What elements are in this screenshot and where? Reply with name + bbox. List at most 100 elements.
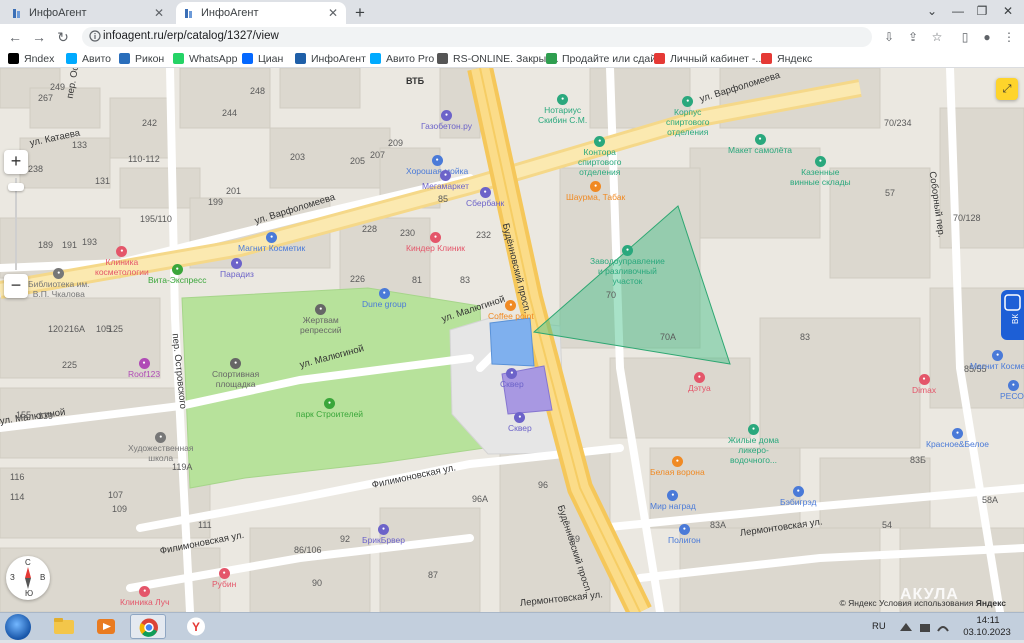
expand-map-icon[interactable]: ⤢: [996, 78, 1018, 100]
map-poi[interactable]: ● Мир наград: [650, 490, 696, 511]
map-poi[interactable]: ● Сквер: [500, 368, 524, 389]
bookmark-yandex-2[interactable]: Яндекс: [761, 51, 812, 66]
map-poi[interactable]: ● Рубин: [212, 568, 236, 589]
poi-label: Спортивная площадка: [212, 369, 260, 390]
tab-search-icon[interactable]: ⌄: [920, 0, 944, 22]
house-number: 109: [112, 504, 128, 514]
house-number: 83: [800, 332, 811, 342]
zoom-slider-handle[interactable]: [8, 183, 24, 191]
tab-close-icon[interactable]: ✕: [328, 6, 338, 20]
bookmark-cian[interactable]: Циан: [242, 51, 283, 66]
map-poi[interactable]: ● Контора спиртового отделения: [578, 136, 621, 177]
side-panel-icon[interactable]: ▯: [956, 28, 974, 46]
map-poi[interactable]: ● Dune group: [362, 288, 406, 309]
house-number: 191: [62, 240, 78, 250]
share-icon[interactable]: ⇪: [904, 28, 922, 46]
reload-icon[interactable]: ↻: [54, 28, 72, 46]
tab-close-icon[interactable]: ✕: [154, 6, 164, 20]
map-poi[interactable]: ● Dimax: [912, 374, 936, 395]
yandex-browser-icon[interactable]: Y: [178, 614, 214, 639]
map-poi[interactable]: ● Полигон: [668, 524, 701, 545]
map-poi[interactable]: ● Магнит Косметик: [238, 232, 305, 253]
map-poi[interactable]: ● Заводоуправление и разливочный участок: [590, 245, 665, 286]
address-bar[interactable]: infoagent.ru/erp/catalog/1327/view: [82, 27, 872, 47]
map-poi[interactable]: ● Сквер: [508, 412, 532, 433]
profile-icon[interactable]: ●: [978, 28, 996, 46]
map-poi[interactable]: ● Газобетон.ру: [421, 110, 472, 131]
bookmark-sell[interactable]: Продайте или сдай...: [546, 51, 665, 66]
bookmark-cabinet[interactable]: Личный кабинет -...: [654, 51, 764, 66]
monument-icon: ●: [315, 304, 327, 316]
map-poi[interactable]: ● Магнит Косме: [970, 350, 1024, 371]
map-poi[interactable]: ● Библиотека им. В.П. Чкалова: [28, 268, 90, 299]
map-poi[interactable]: ● Макет самолёта: [728, 134, 792, 155]
clock-date[interactable]: 03.10.2023: [962, 627, 1012, 638]
map-poi[interactable]: ● Дэтуа: [688, 372, 711, 393]
map-poi[interactable]: ● Парадиз: [220, 258, 254, 279]
bookmark-rs-online[interactable]: RS-ONLINE. Закрыт...: [437, 51, 559, 66]
house-number: 216А: [64, 324, 86, 334]
map-poi[interactable]: ● Клиника косметологии: [95, 246, 149, 277]
zoom-slider-track[interactable]: [15, 178, 17, 270]
poi-label: Dimax: [912, 385, 937, 396]
map-poi[interactable]: ● Мегамаркет: [422, 170, 469, 191]
back-icon[interactable]: ←: [6, 28, 24, 46]
minimize-icon[interactable]: —: [946, 0, 970, 22]
tab-1[interactable]: ИнфоАгент ✕: [4, 2, 172, 24]
map-poi[interactable]: ● парк Строителей: [296, 398, 363, 419]
bookmark-whatsapp[interactable]: WhatsApp: [173, 51, 237, 66]
map-poi[interactable]: ●РЕСО-: [1000, 380, 1024, 401]
school-icon: ●: [155, 432, 167, 444]
close-window-icon[interactable]: ✕: [996, 0, 1020, 22]
bookmark-avito-pro[interactable]: Авито Pro: [370, 51, 434, 66]
map-poi[interactable]: ● Спортивная площадка: [212, 358, 259, 389]
media-player-icon[interactable]: [88, 614, 124, 639]
map-poi[interactable]: ● Жертвам репрессий: [300, 304, 342, 335]
forward-icon[interactable]: →: [30, 28, 48, 46]
bookmark-label: Личный кабинет -...: [670, 52, 765, 65]
map-copyright[interactable]: © Яндекс Условия использования Яндекс: [839, 598, 1006, 608]
house-number: 207: [370, 150, 386, 160]
map-poi[interactable]: ● Нотариус Скибин С.М.: [538, 94, 587, 125]
tab-2[interactable]: ИнфоАгент ✕: [176, 2, 346, 24]
shop-icon: ●: [266, 232, 278, 244]
map-view[interactable]: ул. Катаева ул. Варфоломеева ул. Варфоло…: [0, 68, 1024, 612]
vk-widget-tab[interactable]: ВК: [1001, 290, 1024, 340]
install-icon[interactable]: ⇩: [880, 28, 898, 46]
bookmark-yandex[interactable]: Яndex: [8, 51, 54, 66]
new-tab-button[interactable]: +: [350, 3, 370, 23]
map-poi[interactable]: ● Красное&Белое: [926, 428, 989, 449]
start-button[interactable]: [5, 614, 31, 640]
language-indicator[interactable]: RU: [872, 621, 886, 632]
clock-time[interactable]: 14:11: [968, 615, 1008, 626]
map-poi[interactable]: ● Вита-Экспресс: [148, 264, 207, 285]
poi-label: Макет самолёта: [728, 145, 792, 156]
map-poi[interactable]: ● Белая ворона: [650, 456, 705, 477]
compass-control[interactable]: С Ю З В: [6, 556, 50, 600]
map-poi[interactable]: ● Казенные винные склады: [790, 156, 851, 187]
map-poi[interactable]: ● Roof123: [128, 358, 160, 379]
map-poi[interactable]: ● Шаурма, Табак: [566, 181, 625, 202]
menu-icon[interactable]: ⋮: [1000, 28, 1018, 46]
bookmark-infoagent[interactable]: ИнфоАгент: [295, 51, 366, 66]
map-poi[interactable]: ● Киндер Клиник: [406, 232, 465, 253]
restore-icon[interactable]: ❐: [970, 0, 994, 22]
map-poi[interactable]: ● Бэбигрэд: [780, 486, 816, 507]
map-poi[interactable]: ● Художественная школа: [128, 432, 193, 463]
zoom-in-button[interactable]: +: [4, 150, 28, 174]
bookmark-rikon[interactable]: Рикон: [119, 51, 164, 66]
zoom-out-button[interactable]: −: [4, 274, 28, 298]
tray-icons[interactable]: [896, 619, 956, 635]
chrome-icon[interactable]: [130, 614, 166, 639]
map-poi[interactable]: ● Coffee point: [488, 300, 534, 321]
map-poi[interactable]: ● Корпус спиртового отделения: [666, 96, 709, 137]
site-info-icon[interactable]: [89, 30, 101, 42]
bookmark-label: WhatsApp: [189, 52, 238, 65]
map-poi[interactable]: ● Сбербанк: [466, 187, 504, 208]
map-poi[interactable]: ● Клиника Луч: [120, 586, 169, 607]
map-poi[interactable]: ● БрикБрвер: [362, 524, 405, 545]
explorer-icon[interactable]: [46, 614, 82, 639]
map-poi[interactable]: ● Жилые дома ликеро- водочного...: [728, 424, 779, 465]
bookmark-star-icon[interactable]: ☆: [928, 28, 946, 46]
bookmark-avito[interactable]: Авито: [66, 51, 111, 66]
